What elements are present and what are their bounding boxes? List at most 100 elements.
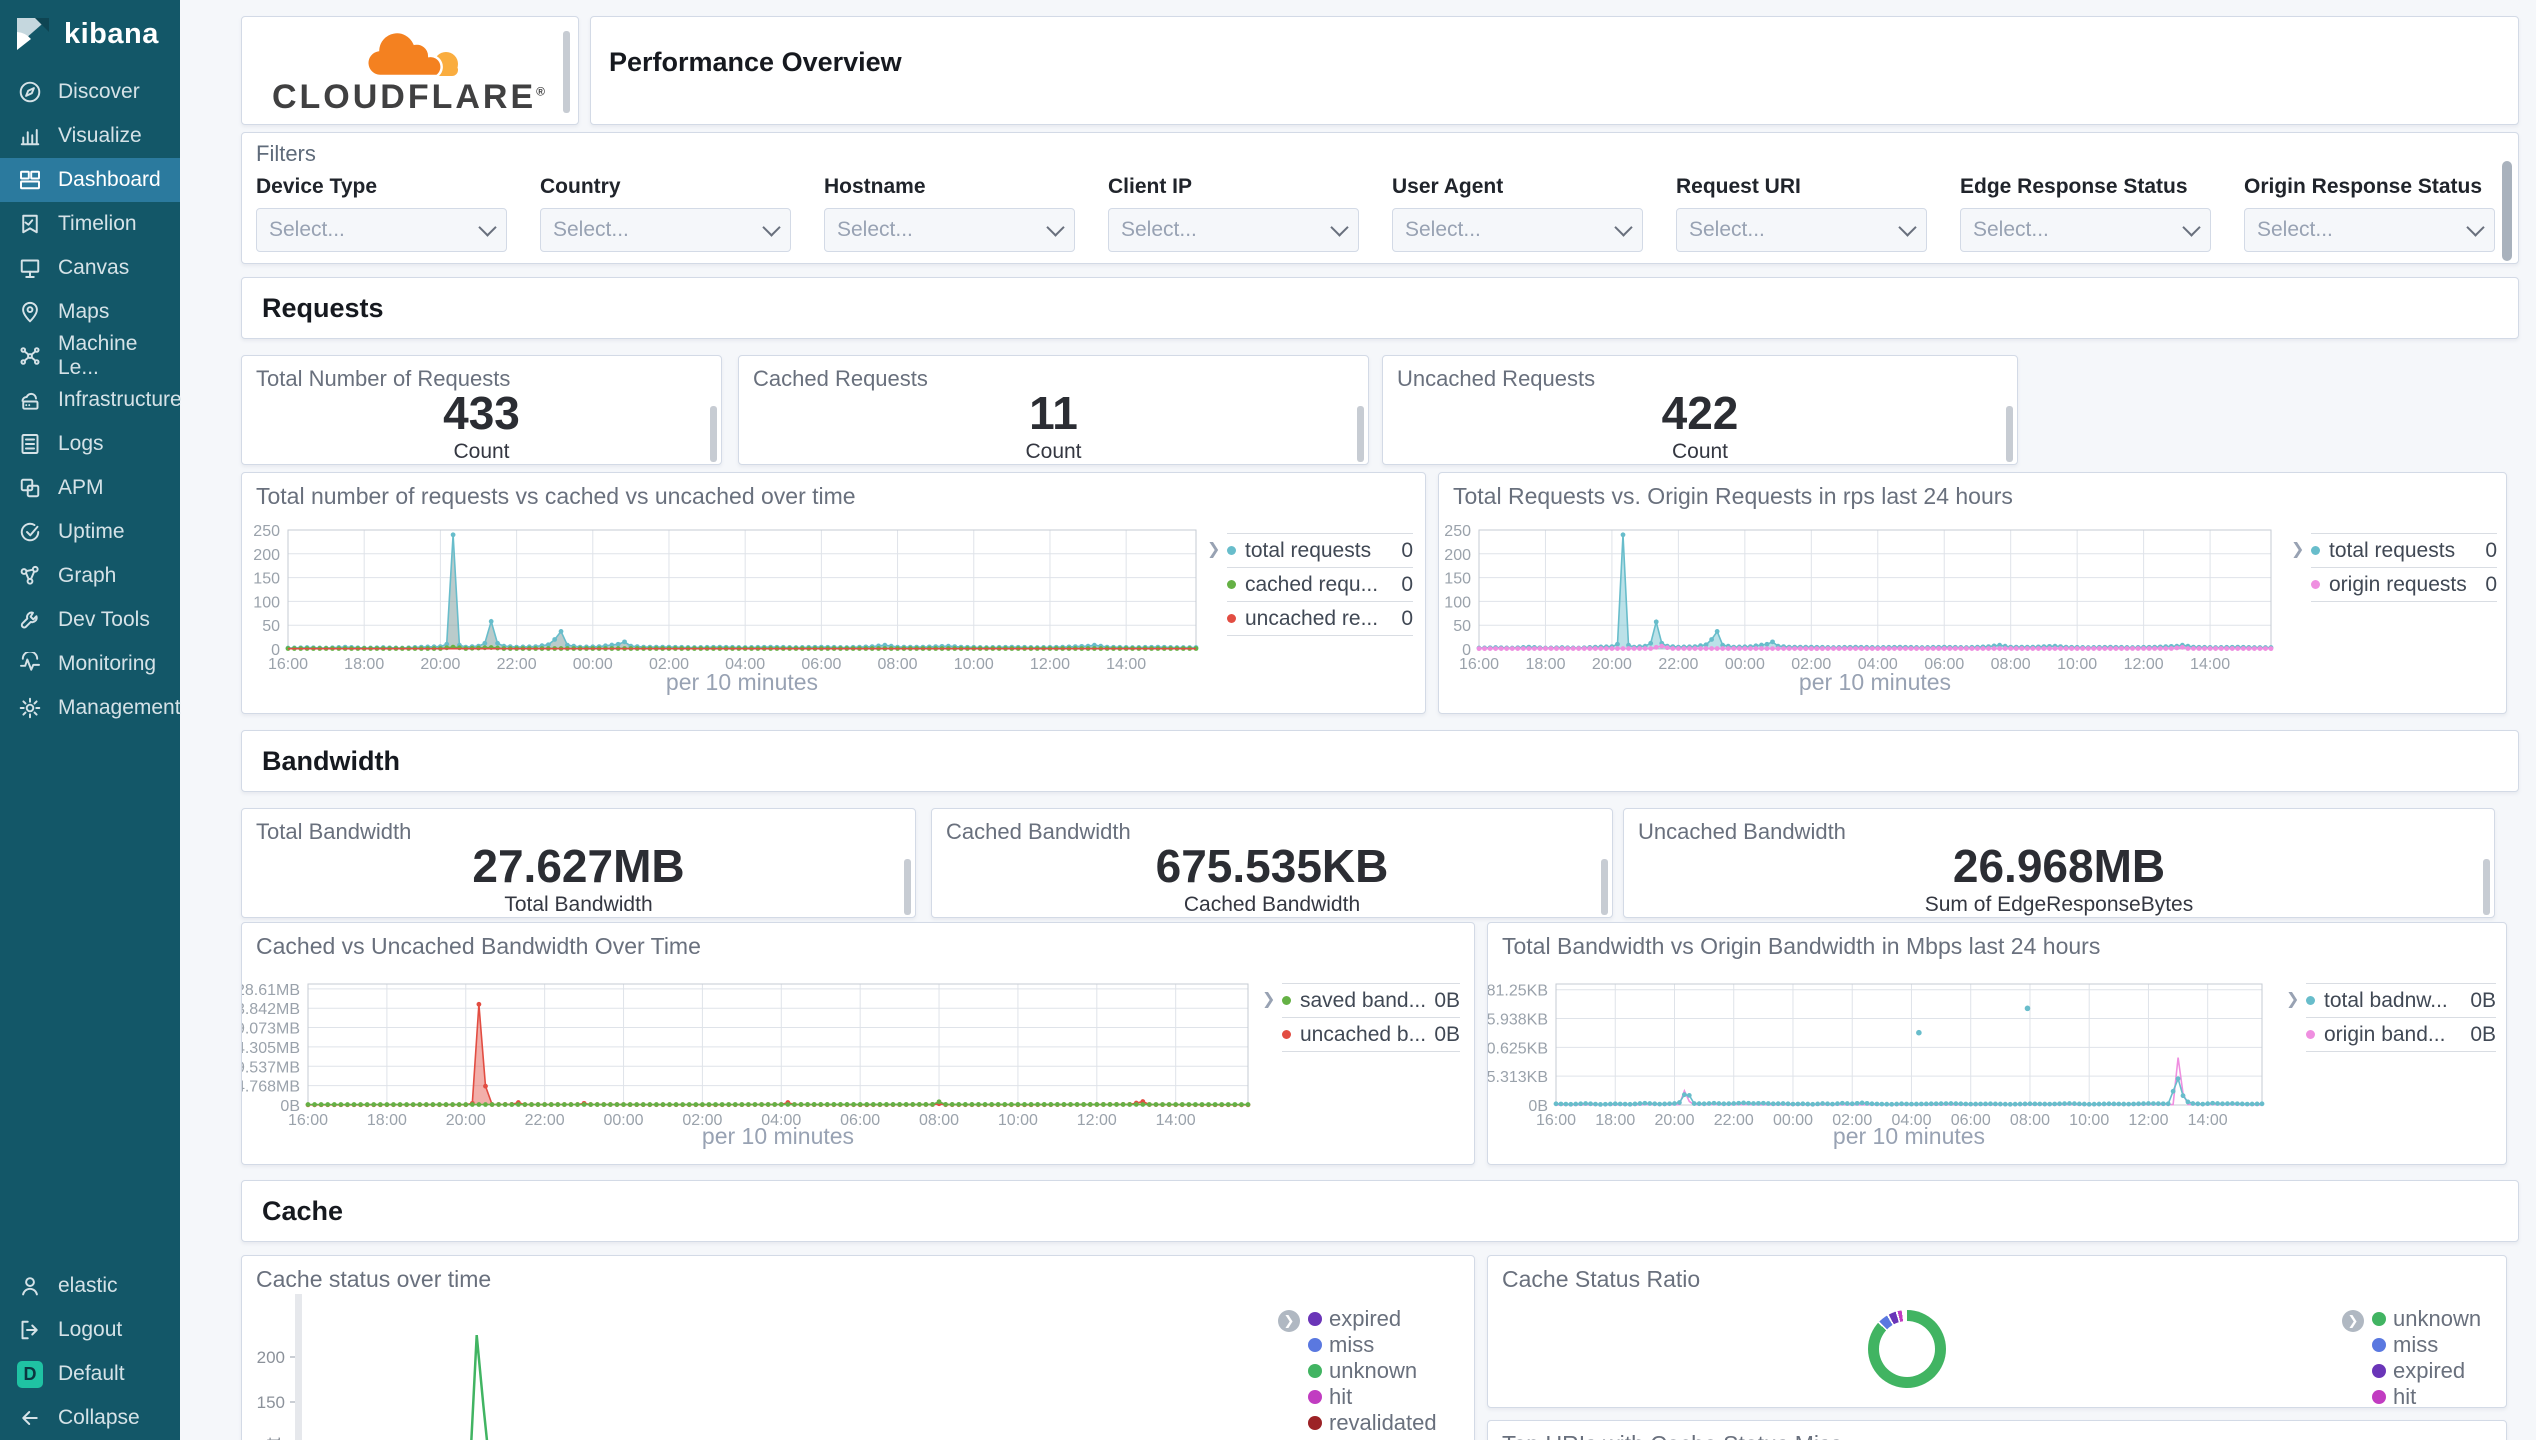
svg-text:200: 200 [1444, 547, 1471, 564]
sidebar-item-apm[interactable]: APM [0, 466, 180, 510]
legend-item-unknown[interactable]: unknown [1308, 1358, 1437, 1383]
legend-item-miss[interactable]: miss [1308, 1332, 1437, 1357]
sidebar-item-timelion[interactable]: Timelion [0, 202, 180, 246]
legend-item-unknown[interactable]: unknown [2372, 1306, 2481, 1331]
sidebar-item-label: Collapse [58, 1406, 140, 1429]
filter-select-edge-response-status[interactable]: Select... [1960, 208, 2211, 252]
legend-item-total-requests[interactable]: total requests 0 [1227, 533, 1413, 567]
filters-scrollbar[interactable] [2502, 161, 2512, 261]
sidebar-item-logout[interactable]: Logout [0, 1308, 180, 1352]
legend-collapse-icon[interactable]: ❯ [1278, 1310, 1300, 1332]
filter-select-country[interactable]: Select... [540, 208, 791, 252]
filter-select-device-type[interactable]: Select... [256, 208, 507, 252]
filter-select-user-agent[interactable]: Select... [1392, 208, 1643, 252]
sidebar-item-label: Logout [58, 1318, 123, 1341]
section-title-cache: Cache [262, 1196, 344, 1226]
kibana-logo[interactable]: kibana [0, 0, 180, 68]
devtools-icon [17, 607, 43, 633]
legend-item-revalidated[interactable]: revalidated [1308, 1410, 1437, 1435]
sidebar-item-discover[interactable]: Discover [0, 70, 180, 114]
sidebar-item-logs[interactable]: Logs [0, 422, 180, 466]
sidebar-item-elastic[interactable]: elastic [0, 1264, 180, 1308]
sidebar: kibana Discover Visualize Dashboard Timelio… [0, 0, 182, 1440]
legend-dot [1308, 1363, 1322, 1378]
sidebar-item-visualize[interactable]: Visualize [0, 114, 180, 158]
legend-item-total-badnw[interactable]: total badnw... 0B [2306, 983, 2496, 1017]
sidebar-item-label: Logs [58, 432, 104, 455]
panel-resize-handle[interactable] [904, 859, 911, 915]
legend-item-hit[interactable]: hit [1308, 1383, 1437, 1409]
legend-dot [1308, 1415, 1322, 1430]
legend-collapse-icon[interactable]: ❯ [2286, 989, 2299, 1009]
chart-plot: 200150100500 [257, 1294, 489, 1440]
svg-text:200: 200 [253, 547, 280, 564]
chart-total-vs-origin-requests: Total Requests vs. Origin Requests in rp… [1438, 472, 2507, 714]
legend-collapse-icon[interactable]: ❯ [1262, 989, 1275, 1009]
sidebar-item-management[interactable]: Management [0, 686, 181, 730]
sidebar-item-machine-le[interactable]: Machine Le... [0, 332, 180, 379]
legend-item-expired[interactable]: expired [1308, 1305, 1437, 1331]
panel-resize-handle[interactable] [563, 31, 570, 113]
x-axis-label: per 10 minutes [1798, 669, 1952, 695]
legend-item-origin-band[interactable]: origin band... 0B [2306, 1017, 2496, 1051]
sidebar-item-graph[interactable]: Graph [0, 554, 180, 598]
cache-status-donut[interactable] [1868, 1310, 1946, 1388]
default-space-badge-letter: D [17, 1360, 43, 1388]
panel-resize-handle[interactable] [1357, 406, 1364, 462]
legend-item-miss[interactable]: miss [2372, 1332, 2481, 1357]
legend-collapse-icon[interactable]: ❯ [2291, 539, 2304, 559]
monitoring-icon [17, 651, 43, 677]
legend-item-hit[interactable]: hit [2372, 1384, 2481, 1407]
legend-item-cached-requ[interactable]: cached requ... 0 [1227, 567, 1413, 601]
filter-select-hostname[interactable]: Select... [824, 208, 1075, 252]
legend-label: hit [1329, 1383, 1353, 1409]
svg-text:9.537MB: 9.537MB [242, 1059, 300, 1076]
x-axis-label: per 10 minutes [1832, 1123, 1986, 1149]
chart-legend: saved band... 0B uncached b... 0B [1282, 983, 1460, 1052]
select-placeholder: Select... [1689, 218, 1765, 241]
select-placeholder: Select... [553, 218, 629, 241]
sidebar-item-label: Canvas [58, 256, 130, 279]
infrastructure-icon [17, 387, 43, 413]
svg-text:585.938KB: 585.938KB [1488, 1012, 1548, 1029]
panel-resize-handle[interactable] [1601, 859, 1608, 915]
legend-item-uncached-b[interactable]: uncached b... 0B [1282, 1017, 1460, 1051]
legend-item-total-requests[interactable]: total requests 0 [2311, 533, 2497, 567]
sidebar-item-canvas[interactable]: Canvas [0, 246, 180, 290]
sidebar-item-uptime[interactable]: Uptime [0, 510, 180, 554]
sidebar-item-infrastructure[interactable]: Infrastructure [0, 378, 182, 422]
sidebar-item-dev-tools[interactable]: Dev Tools [0, 598, 180, 642]
panel-top-uris-cache-miss: Top URIs with Cache Status Miss [1487, 1420, 2507, 1440]
filter-select-origin-response-status[interactable]: Select... [2244, 208, 2495, 252]
legend-item-origin-requests[interactable]: origin requests 0 [2311, 567, 2497, 601]
metric-cached-requests: Cached Requests 11 Count [738, 355, 1369, 465]
legend-collapse-icon[interactable]: ❯ [1207, 539, 1220, 559]
sidebar-item-maps[interactable]: Maps [0, 290, 180, 334]
metric-sub-label: Cached Bandwidth [1183, 893, 1361, 916]
svg-text:195.313KB: 195.313KB [1488, 1069, 1548, 1086]
sidebar-item-default[interactable]: D Default [0, 1352, 180, 1396]
legend-item-saved-band[interactable]: saved band... 0B [1282, 983, 1460, 1017]
sidebar-item-label: Monitoring [58, 652, 157, 675]
panel-resize-handle[interactable] [2483, 859, 2490, 915]
panel-resize-handle[interactable] [710, 406, 717, 462]
legend-collapse-icon[interactable]: ❯ [2342, 1310, 2364, 1332]
svg-text:150: 150 [257, 1393, 285, 1412]
sidebar-item-label: Maps [58, 300, 110, 323]
sidebar-item-collapse[interactable]: Collapse [0, 1396, 180, 1440]
chart-plot: 28.61MB 23.842MB 19.073MB 14.305MB 9.537MB 4.… [242, 982, 1251, 1129]
panel-filters: Filters Device Type Select... Country Selec… [241, 132, 2519, 264]
sidebar-item-dashboard[interactable]: Dashboard [0, 158, 180, 202]
svg-text:100: 100 [1444, 594, 1471, 611]
legend-item-expired[interactable]: expired [2372, 1358, 2481, 1383]
chart-title: Cache Status Ratio [1502, 1266, 1701, 1292]
filter-select-client-ip[interactable]: Select... [1108, 208, 1359, 252]
metric-total-requests: Total Number of Requests 433 Count [241, 355, 722, 465]
legend-dot [2372, 1311, 2386, 1326]
metric-sub-label: Sum of EdgeResponseBytes [1924, 893, 2194, 916]
sidebar-item-monitoring[interactable]: Monitoring [0, 642, 180, 686]
panel-resize-handle[interactable] [2006, 406, 2013, 462]
filter-select-request-uri[interactable]: Select... [1676, 208, 1927, 252]
legend-item-uncached-re[interactable]: uncached re... 0 [1227, 601, 1413, 635]
legend-label: expired [1329, 1305, 1402, 1331]
